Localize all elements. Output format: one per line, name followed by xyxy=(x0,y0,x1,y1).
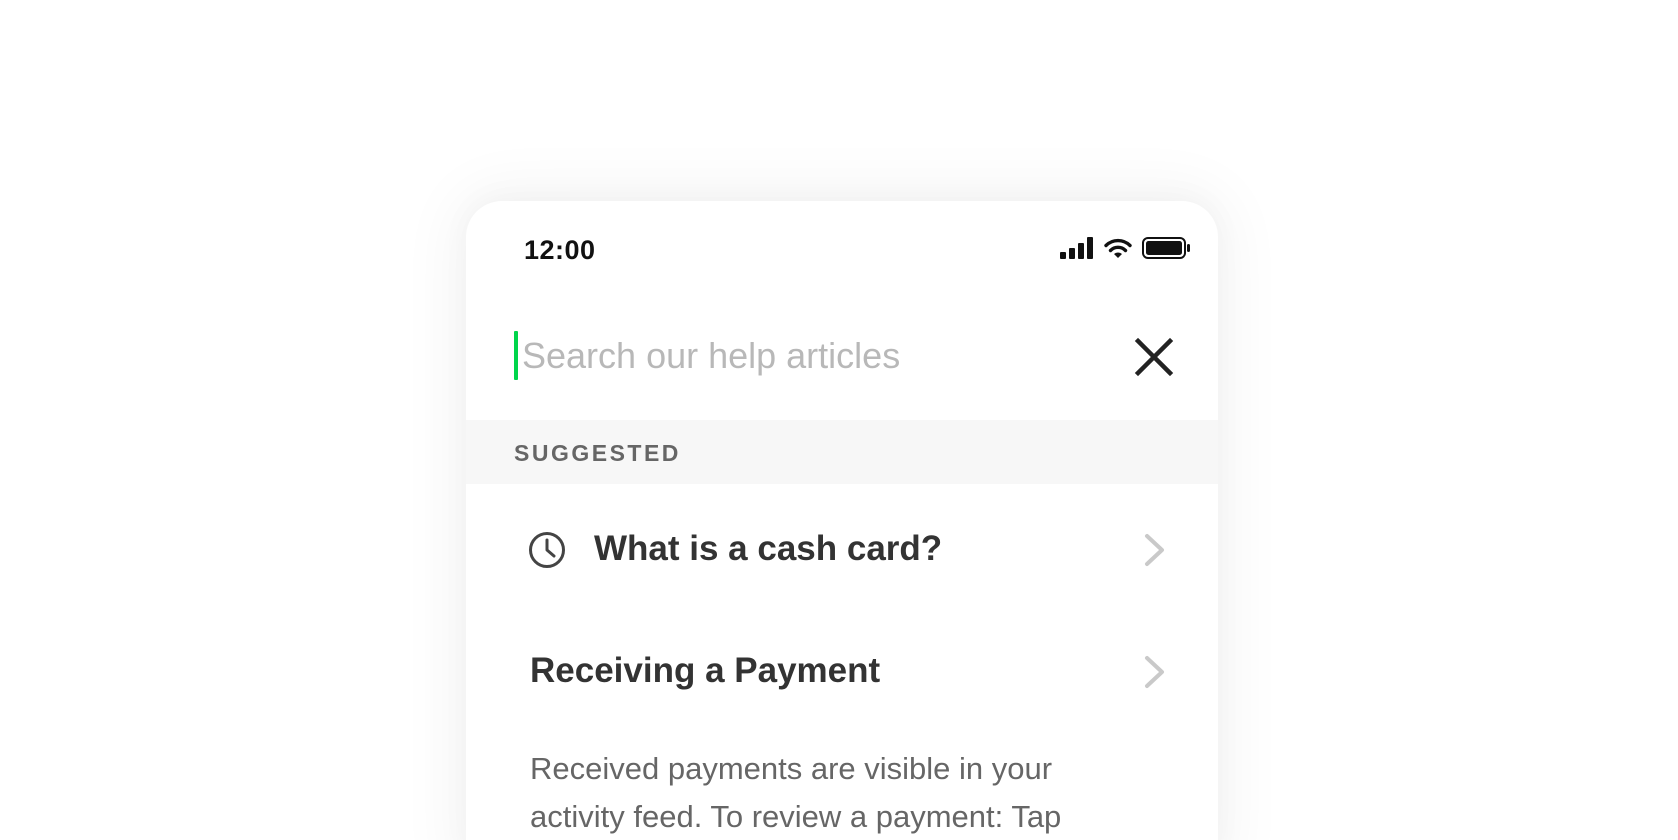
suggestion-title: What is a cash card? xyxy=(594,529,943,568)
close-icon xyxy=(1134,337,1174,377)
suggested-section-header: SUGGESTED xyxy=(466,420,1218,484)
chevron-right-icon xyxy=(1145,656,1164,688)
wifi-icon xyxy=(1104,238,1132,258)
search-input[interactable] xyxy=(522,327,1082,385)
suggestion-item-cash-card[interactable]: What is a cash card? xyxy=(466,491,1218,611)
cellular-signal-icon xyxy=(1060,237,1093,259)
close-button[interactable] xyxy=(1134,337,1174,377)
suggestion-title: Receiving a Payment xyxy=(530,651,881,690)
status-time: 12:00 xyxy=(524,235,596,265)
clock-icon xyxy=(529,532,565,568)
chevron-right-icon xyxy=(1145,534,1164,566)
status-icons xyxy=(1060,237,1190,259)
battery-icon xyxy=(1142,237,1190,259)
suggestion-item-receiving-payment[interactable]: Receiving a Payment xyxy=(466,619,1218,739)
suggestion-description: Received payments are visible in your ac… xyxy=(530,751,1062,834)
page-background: 12:00 Search our help articles SUGGESTED… xyxy=(0,0,1678,840)
search-bar xyxy=(466,311,1218,421)
section-label: SUGGESTED xyxy=(514,440,681,466)
status-bar: 12:00 xyxy=(466,201,1218,291)
help-search-screen: 12:00 Search our help articles SUGGESTED… xyxy=(466,201,1218,840)
text-caret xyxy=(514,331,518,380)
